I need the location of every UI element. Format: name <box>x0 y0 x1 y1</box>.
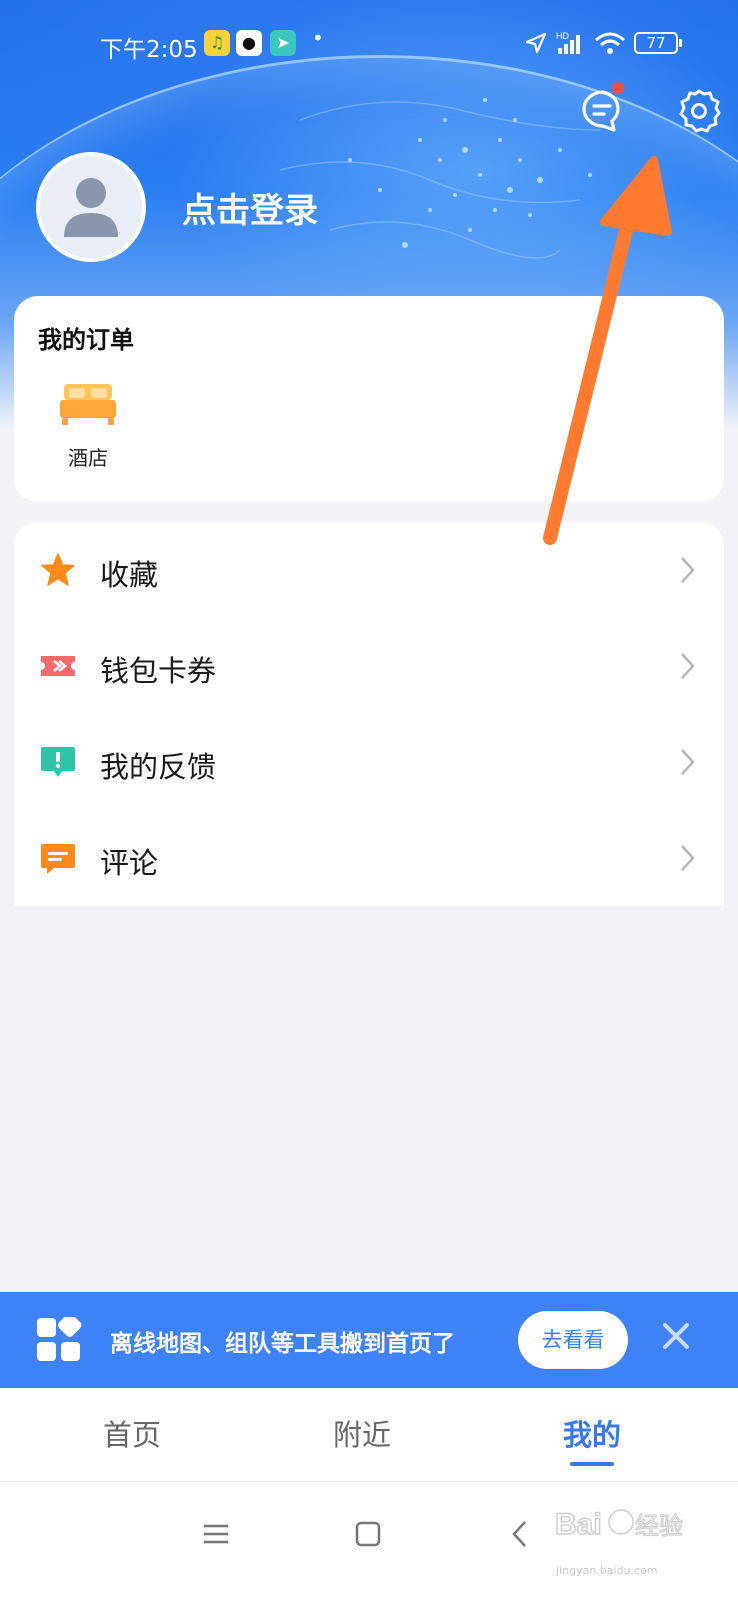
user-placeholder-icon <box>64 178 118 237</box>
login-link[interactable]: 点击登录 <box>182 183 318 232</box>
chevron-right-icon <box>681 653 695 679</box>
svg-text:经验: 经验 <box>635 1512 683 1540</box>
menu-item-feedback[interactable]: 我的反馈 <box>14 714 724 810</box>
unread-badge <box>612 82 624 94</box>
chevron-right-icon <box>681 845 695 871</box>
navigation-app-icon: ➤ <box>270 30 296 56</box>
menu-item-label: 我的反馈 <box>100 750 217 784</box>
menu-item-favorites[interactable]: 收藏 <box>14 522 724 618</box>
status-bar: 下午2:05 ♫ ● ➤ • HD 77 <box>0 26 738 63</box>
settings-button[interactable] <box>674 86 724 136</box>
order-hotel[interactable]: 酒店 <box>56 382 120 471</box>
chevron-right-icon <box>681 749 695 775</box>
banner-text: 离线地图、组队等工具搬到首页了 <box>110 1331 455 1357</box>
avatar[interactable] <box>36 152 146 262</box>
music-app-icon: ♫ <box>204 30 230 56</box>
tab-mine[interactable]: 我的 <box>512 1388 672 1482</box>
orders-card: 我的订单 酒店 <box>14 296 724 502</box>
menu-item-label: 钱包卡券 <box>100 654 217 688</box>
baidu-watermark-logo: Bai 经验 <box>555 1507 684 1542</box>
menu-item-wallet[interactable]: 钱包卡券 <box>14 618 724 714</box>
gear-icon <box>679 89 721 133</box>
order-hotel-label: 酒店 <box>68 446 108 470</box>
location-icon <box>525 32 547 54</box>
signal-icon: HD <box>556 31 580 54</box>
qq-app-icon: ● <box>236 30 262 56</box>
back-icon[interactable] <box>500 1514 540 1554</box>
hotel-bed-icon <box>60 384 116 425</box>
star-icon <box>41 553 75 586</box>
svg-text:Bai: Bai <box>555 1508 602 1541</box>
banner-view-button[interactable]: 去看看 <box>518 1311 628 1369</box>
watermark-url: jingyan.baidu.com <box>556 1564 658 1577</box>
menu-card: 收藏 钱包卡券 我的反馈 评论 <box>14 522 724 906</box>
feedback-icon <box>41 747 75 777</box>
promo-banner: 离线地图、组队等工具搬到首页了 去看看 <box>0 1292 738 1388</box>
menu-item-comments[interactable]: 评论 <box>14 810 724 906</box>
header-actions <box>538 82 738 136</box>
active-tab-indicator <box>570 1462 614 1466</box>
message-icon <box>582 90 620 132</box>
menu-item-label: 评论 <box>100 846 159 880</box>
profile-section: 点击登录 <box>36 152 318 262</box>
tab-home[interactable]: 首页 <box>52 1388 212 1482</box>
ticket-icon <box>41 656 75 676</box>
home-icon[interactable] <box>348 1514 388 1554</box>
comment-icon <box>41 844 75 874</box>
orders-title: 我的订单 <box>38 326 134 354</box>
menu-item-label: 收藏 <box>100 558 159 592</box>
more-notifications-dot: • <box>312 26 324 50</box>
tab-mine-label: 我的 <box>562 1418 621 1452</box>
chevron-right-icon <box>681 557 695 583</box>
battery-indicator: 77 <box>634 32 682 54</box>
bottom-tab-bar: 首页 附近 我的 <box>0 1388 738 1482</box>
svg-text:HD: HD <box>556 31 569 41</box>
wifi-icon <box>595 32 625 54</box>
apps-grid-icon <box>37 1317 82 1361</box>
status-time: 下午2:05 <box>100 37 198 63</box>
tab-nearby[interactable]: 附近 <box>282 1388 442 1482</box>
close-icon[interactable] <box>660 1320 692 1352</box>
message-button[interactable] <box>578 82 628 136</box>
status-indicators: HD 77 <box>524 30 682 56</box>
menu-icon[interactable] <box>196 1514 236 1554</box>
